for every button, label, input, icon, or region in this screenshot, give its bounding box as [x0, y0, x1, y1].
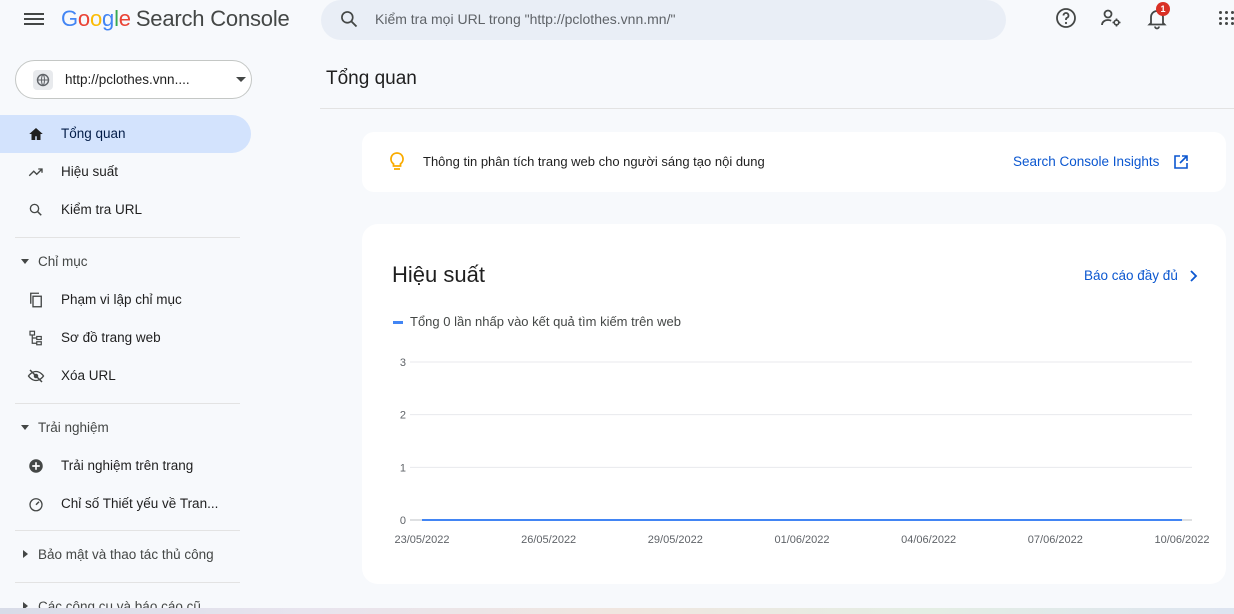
apps-icon[interactable]: [1219, 11, 1234, 26]
property-selector[interactable]: http://pclothes.vnn....: [15, 60, 252, 99]
y-tick-label: 2: [400, 410, 406, 422]
open-in-new-icon[interactable]: [1173, 154, 1189, 170]
x-tick-label: 10/06/2022: [1154, 534, 1209, 546]
x-tick-label: 23/05/2022: [394, 534, 449, 546]
speed-icon: [29, 498, 43, 512]
sidebar-item-removals[interactable]: Xóa URL: [0, 357, 251, 395]
y-tick-label: 1: [400, 462, 406, 474]
product-name: Search Console: [135, 6, 290, 31]
search-icon[interactable]: [339, 9, 359, 29]
search-console-insights-link[interactable]: Search Console Insights: [1013, 154, 1159, 169]
trending-icon: [28, 168, 43, 177]
divider: [15, 530, 240, 531]
sidebar-item-performance[interactable]: Hiệu suất: [0, 153, 251, 191]
x-tick-label: 04/06/2022: [901, 534, 956, 546]
section-security[interactable]: Bảo mật và thao tác thủ công: [0, 540, 251, 570]
visibility-off-icon: [27, 369, 45, 383]
chevron-right-icon[interactable]: [1188, 269, 1200, 283]
full-report-link[interactable]: Báo cáo đầy đủ: [1084, 268, 1178, 283]
insights-text: Thông tin phân tích trang web cho người …: [423, 154, 765, 169]
search-icon: [29, 203, 42, 216]
sidebar-item-overview[interactable]: Tổng quan: [0, 115, 251, 153]
globe-icon: [33, 70, 53, 90]
x-tick-label: 26/05/2022: [521, 534, 576, 546]
divider: [320, 108, 1234, 109]
section-experience[interactable]: Trải nghiệm: [0, 413, 251, 443]
y-tick-label: 0: [400, 515, 406, 527]
performance-card: Hiệu suất Báo cáo đầy đủ Tổng 0 lần nhấp…: [362, 224, 1226, 584]
settings-users-icon[interactable]: [1099, 6, 1123, 30]
url-inspection-search[interactable]: [321, 0, 1006, 40]
copy-icon: [30, 292, 42, 308]
divider: [15, 403, 240, 404]
divider: [15, 237, 240, 238]
sidebar-item-coverage[interactable]: Phạm vi lập chỉ mục: [0, 281, 251, 319]
expand-icon: [21, 425, 29, 430]
notification-badge: 1: [1156, 2, 1170, 16]
performance-title: Hiệu suất: [392, 262, 485, 287]
x-tick-label: 01/06/2022: [774, 534, 829, 546]
search-input[interactable]: [375, 8, 975, 30]
insights-card: Thông tin phân tích trang web cho người …: [362, 132, 1226, 192]
add-circle-icon: [29, 459, 43, 473]
help-icon[interactable]: [1054, 6, 1078, 30]
performance-chart: 0 1 2 3 23/05/2022 26/05/2022 29/05/2022 01/06/…: [394, 357, 1209, 546]
caret-down-icon: [236, 77, 246, 82]
home-icon: [29, 128, 43, 140]
sidebar-item-page-experience[interactable]: Trải nghiệm trên trang: [0, 447, 251, 485]
sidebar-item-url-inspection[interactable]: Kiểm tra URL: [0, 191, 251, 229]
section-index[interactable]: Chỉ mục: [0, 247, 251, 277]
property-label: http://pclothes.vnn....: [65, 72, 190, 87]
top-bar: GoogleSearch Console 1: [0, 0, 1234, 44]
y-tick-label: 3: [400, 357, 406, 369]
sitemap-icon: [29, 330, 42, 346]
divider: [15, 582, 240, 583]
x-tick-label: 07/06/2022: [1028, 534, 1083, 546]
sidebar: http://pclothes.vnn.... Tổng quan Hiệu s…: [0, 44, 260, 614]
bottom-strip: [0, 608, 1234, 614]
expand-icon: [21, 259, 29, 264]
x-tick-label: 29/05/2022: [648, 534, 703, 546]
page-title: Tổng quan: [326, 68, 417, 89]
sidebar-item-sitemaps[interactable]: Sơ đồ trang web: [0, 319, 251, 357]
lightbulb-icon: [390, 152, 404, 170]
menu-icon[interactable]: [24, 10, 44, 26]
legend-label: Tổng 0 lần nhấp vào kết quả tìm kiếm trê…: [410, 314, 681, 329]
sidebar-item-core-web-vitals[interactable]: Chỉ số Thiết yếu về Tran...: [0, 485, 251, 523]
expand-icon: [23, 550, 28, 558]
google-search-console-logo[interactable]: Google Search Console: [61, 6, 290, 32]
legend-swatch: [393, 321, 403, 324]
